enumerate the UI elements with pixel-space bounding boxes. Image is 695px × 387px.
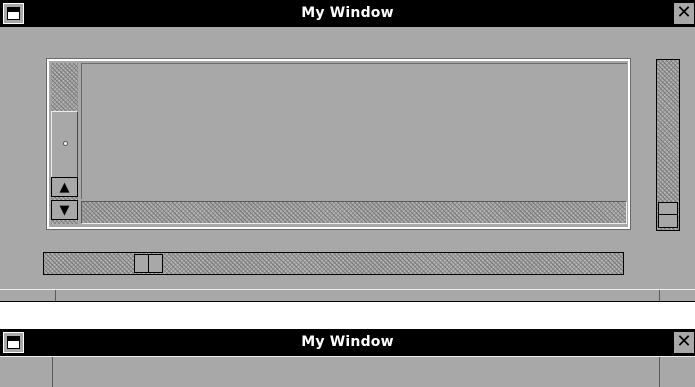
down-arrow-icon: ▼ bbox=[59, 203, 70, 218]
grip-dot-icon bbox=[63, 141, 68, 146]
horizontal-slider-thumb[interactable] bbox=[134, 254, 163, 273]
vertical-slider-thumb[interactable] bbox=[658, 202, 678, 228]
scrolled-window: ▲ ▼ bbox=[46, 58, 631, 230]
window-title: My Window bbox=[301, 334, 394, 350]
close-button[interactable]: ✕ bbox=[673, 2, 695, 25]
window-body bbox=[0, 356, 695, 387]
close-x-icon: ✕ bbox=[676, 331, 692, 352]
status-bar bbox=[0, 289, 695, 301]
horizontal-scrollbar-track[interactable] bbox=[81, 201, 627, 224]
window-1: My Window ✕ ▲ ▼ bbox=[0, 0, 695, 302]
divider bbox=[52, 357, 53, 387]
status-divider bbox=[659, 290, 660, 301]
title-bar[interactable]: My Window ✕ bbox=[0, 0, 695, 27]
vertical-slider[interactable] bbox=[656, 59, 680, 231]
up-arrow-icon: ▲ bbox=[59, 180, 70, 195]
vertical-scrollbar-thumb[interactable] bbox=[51, 111, 78, 179]
scrolled-content-area[interactable] bbox=[81, 63, 627, 199]
window-2: My Window ✕ bbox=[0, 329, 695, 387]
scroll-up-button[interactable]: ▲ bbox=[51, 177, 78, 197]
close-x-icon: ✕ bbox=[676, 2, 692, 23]
horizontal-slider[interactable] bbox=[43, 252, 624, 275]
divider bbox=[659, 357, 660, 387]
scroll-down-button[interactable]: ▼ bbox=[51, 200, 78, 220]
title-bar[interactable]: My Window ✕ bbox=[0, 329, 695, 356]
window-title: My Window bbox=[301, 5, 394, 21]
close-button[interactable]: ✕ bbox=[673, 331, 695, 354]
status-divider bbox=[55, 290, 56, 301]
